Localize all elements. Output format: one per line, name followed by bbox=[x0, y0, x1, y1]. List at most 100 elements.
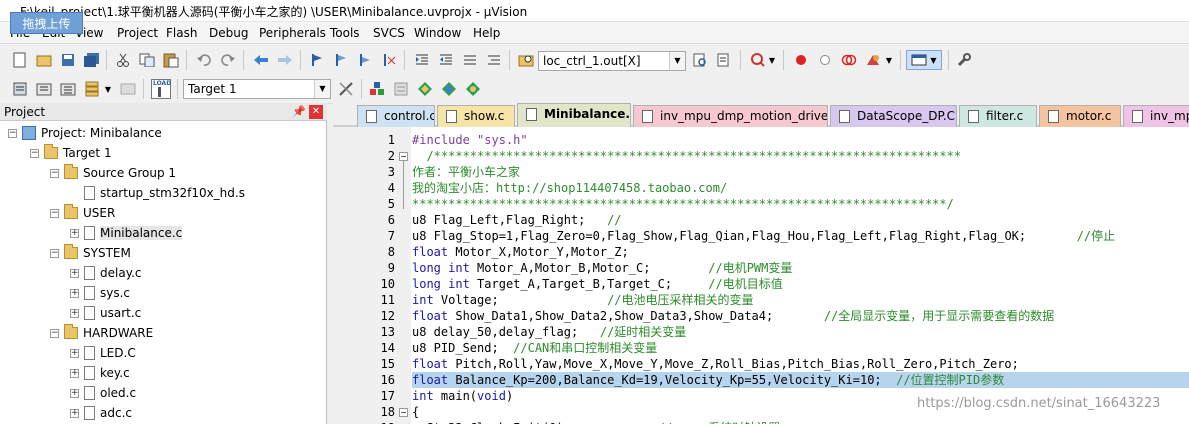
open-folder-icon[interactable] bbox=[34, 50, 54, 70]
tree-item[interactable]: − Target 1 bbox=[30, 143, 112, 163]
copy-icon[interactable] bbox=[137, 50, 157, 70]
tree-item[interactable]: + LED.C bbox=[70, 343, 136, 363]
chevron-down-icon[interactable]: ▼ bbox=[314, 80, 330, 98]
unindent-icon[interactable] bbox=[436, 50, 456, 70]
wrench-icon[interactable] bbox=[954, 50, 974, 70]
undo-icon[interactable] bbox=[194, 50, 214, 70]
bookmark-next-icon[interactable] bbox=[355, 50, 375, 70]
collapse-icon[interactable]: − bbox=[50, 248, 59, 258]
configure-icon[interactable] bbox=[863, 50, 883, 70]
menu-svcs[interactable]: SVCS bbox=[373, 26, 405, 40]
bookmark-prev-icon[interactable] bbox=[331, 50, 351, 70]
tab-file[interactable]: control.c bbox=[357, 105, 435, 127]
translate-icon[interactable] bbox=[10, 79, 30, 99]
target-select[interactable]: Target 1 ▼ bbox=[183, 79, 331, 99]
tab-file[interactable]: inv_mpu_dmp_motion_driver.c bbox=[633, 105, 828, 127]
expand-icon[interactable]: + bbox=[70, 368, 79, 378]
new-file-icon[interactable] bbox=[10, 50, 30, 70]
fold-icon[interactable]: − bbox=[399, 408, 408, 417]
load-download-button[interactable]: LOAD bbox=[150, 79, 172, 99]
find-icon[interactable] bbox=[690, 50, 710, 70]
pin-icon[interactable]: 📌 bbox=[292, 105, 306, 118]
tree-item[interactable]: + adc.c bbox=[70, 403, 132, 423]
rebuild-icon[interactable] bbox=[58, 79, 78, 99]
expand-icon[interactable]: + bbox=[70, 408, 79, 418]
menu-window[interactable]: Window bbox=[414, 26, 461, 40]
save-all-icon[interactable] bbox=[82, 50, 102, 70]
menu-tools[interactable]: Tools bbox=[330, 26, 360, 40]
upload-badge[interactable]: 拖拽上传 bbox=[10, 12, 83, 34]
run-time-environment-icon[interactable] bbox=[439, 79, 459, 99]
redo-icon[interactable] bbox=[218, 50, 238, 70]
nav-back-icon[interactable] bbox=[251, 50, 271, 70]
save-icon[interactable] bbox=[58, 50, 78, 70]
tree-item[interactable]: − HARDWARE bbox=[50, 323, 153, 343]
breakpoint-insert-icon[interactable] bbox=[791, 50, 811, 70]
tab-file[interactable]: DataScope_DP.C bbox=[830, 105, 957, 127]
incremental-find-icon[interactable] bbox=[714, 50, 734, 70]
collapse-icon[interactable]: − bbox=[50, 328, 59, 338]
window-layout-button[interactable]: ▼ bbox=[906, 50, 942, 70]
menu-help[interactable]: Help bbox=[473, 26, 500, 40]
fold-icon[interactable]: − bbox=[399, 152, 408, 161]
menu-debug[interactable]: Debug bbox=[209, 26, 248, 40]
nav-forward-icon[interactable] bbox=[275, 50, 295, 70]
pack-installer-icon[interactable] bbox=[415, 79, 435, 99]
batch-build-icon[interactable] bbox=[82, 79, 102, 99]
find-combo[interactable]: loc_ctrl_1.out[X] ▼ bbox=[538, 51, 686, 71]
find-in-files-icon[interactable] bbox=[516, 50, 536, 70]
debug-session-icon[interactable] bbox=[748, 50, 768, 70]
chevron-down-icon[interactable]: ▼ bbox=[102, 79, 114, 99]
expand-icon[interactable]: + bbox=[70, 288, 79, 298]
breakpoint-kill-icon[interactable] bbox=[839, 50, 859, 70]
tree-item[interactable]: + Minibalance.c bbox=[70, 223, 183, 243]
tree-item[interactable]: + sys.c bbox=[70, 283, 130, 303]
software-packs-icon[interactable] bbox=[463, 79, 483, 99]
file-icon bbox=[84, 286, 95, 300]
tree-item[interactable]: − Source Group 1 bbox=[50, 163, 176, 183]
code-area[interactable]: #include "sys.h" /**********************… bbox=[412, 127, 1189, 424]
chevron-down-icon[interactable]: ▼ bbox=[883, 50, 895, 70]
tree-item[interactable]: + key.c bbox=[70, 363, 130, 383]
tab-file[interactable]: inv_mpu bbox=[1123, 105, 1189, 127]
expand-icon[interactable]: + bbox=[70, 228, 79, 238]
menu-flash[interactable]: Flash bbox=[166, 26, 197, 40]
stop-build-icon[interactable] bbox=[118, 79, 138, 99]
target-options-icon[interactable] bbox=[336, 79, 356, 99]
collapse-icon[interactable]: − bbox=[30, 148, 39, 158]
expand-icon[interactable]: + bbox=[70, 388, 79, 398]
tab-file[interactable]: motor.c bbox=[1039, 105, 1121, 127]
collapse-icon[interactable]: − bbox=[50, 168, 59, 178]
paste-icon[interactable] bbox=[161, 50, 181, 70]
menu-project[interactable]: Project bbox=[117, 26, 158, 40]
tree-item[interactable]: − Project: Minibalance bbox=[8, 123, 162, 143]
collapse-icon[interactable]: − bbox=[8, 128, 17, 138]
close-icon[interactable]: ✕ bbox=[309, 105, 323, 119]
tab-file[interactable]: show.c bbox=[437, 105, 515, 127]
tree-item[interactable]: + delay.c bbox=[70, 263, 142, 283]
breakpoint-disable-icon[interactable] bbox=[815, 50, 835, 70]
tree-item[interactable]: − USER bbox=[50, 203, 115, 223]
expand-icon[interactable]: + bbox=[70, 268, 79, 278]
bookmark-clear-icon[interactable] bbox=[379, 50, 399, 70]
tree-item[interactable]: + usart.c bbox=[70, 303, 141, 323]
manage-project-items-icon[interactable] bbox=[367, 79, 387, 99]
comment-icon[interactable] bbox=[460, 50, 480, 70]
expand-icon[interactable]: + bbox=[70, 308, 79, 318]
chevron-down-icon[interactable]: ▼ bbox=[669, 52, 685, 70]
chevron-down-icon[interactable]: ▼ bbox=[766, 50, 778, 70]
tree-item[interactable]: startup_stm32f10x_hd.s bbox=[70, 183, 245, 203]
expand-icon[interactable]: + bbox=[70, 348, 79, 358]
tab-file[interactable]: Minibalance.c bbox=[517, 103, 631, 127]
collapse-icon[interactable]: − bbox=[50, 208, 59, 218]
build-icon[interactable] bbox=[34, 79, 54, 99]
indent-icon[interactable] bbox=[412, 50, 432, 70]
uncomment-icon[interactable] bbox=[484, 50, 504, 70]
menu-peripherals[interactable]: Peripherals bbox=[259, 26, 326, 40]
bookmark-toggle-icon[interactable] bbox=[307, 50, 327, 70]
select-packs-icon[interactable] bbox=[391, 79, 411, 99]
tree-item[interactable]: + oled.c bbox=[70, 383, 136, 403]
cut-icon[interactable] bbox=[113, 50, 133, 70]
tree-item[interactable]: − SYSTEM bbox=[50, 243, 131, 263]
tab-file[interactable]: filter.c bbox=[959, 105, 1037, 127]
